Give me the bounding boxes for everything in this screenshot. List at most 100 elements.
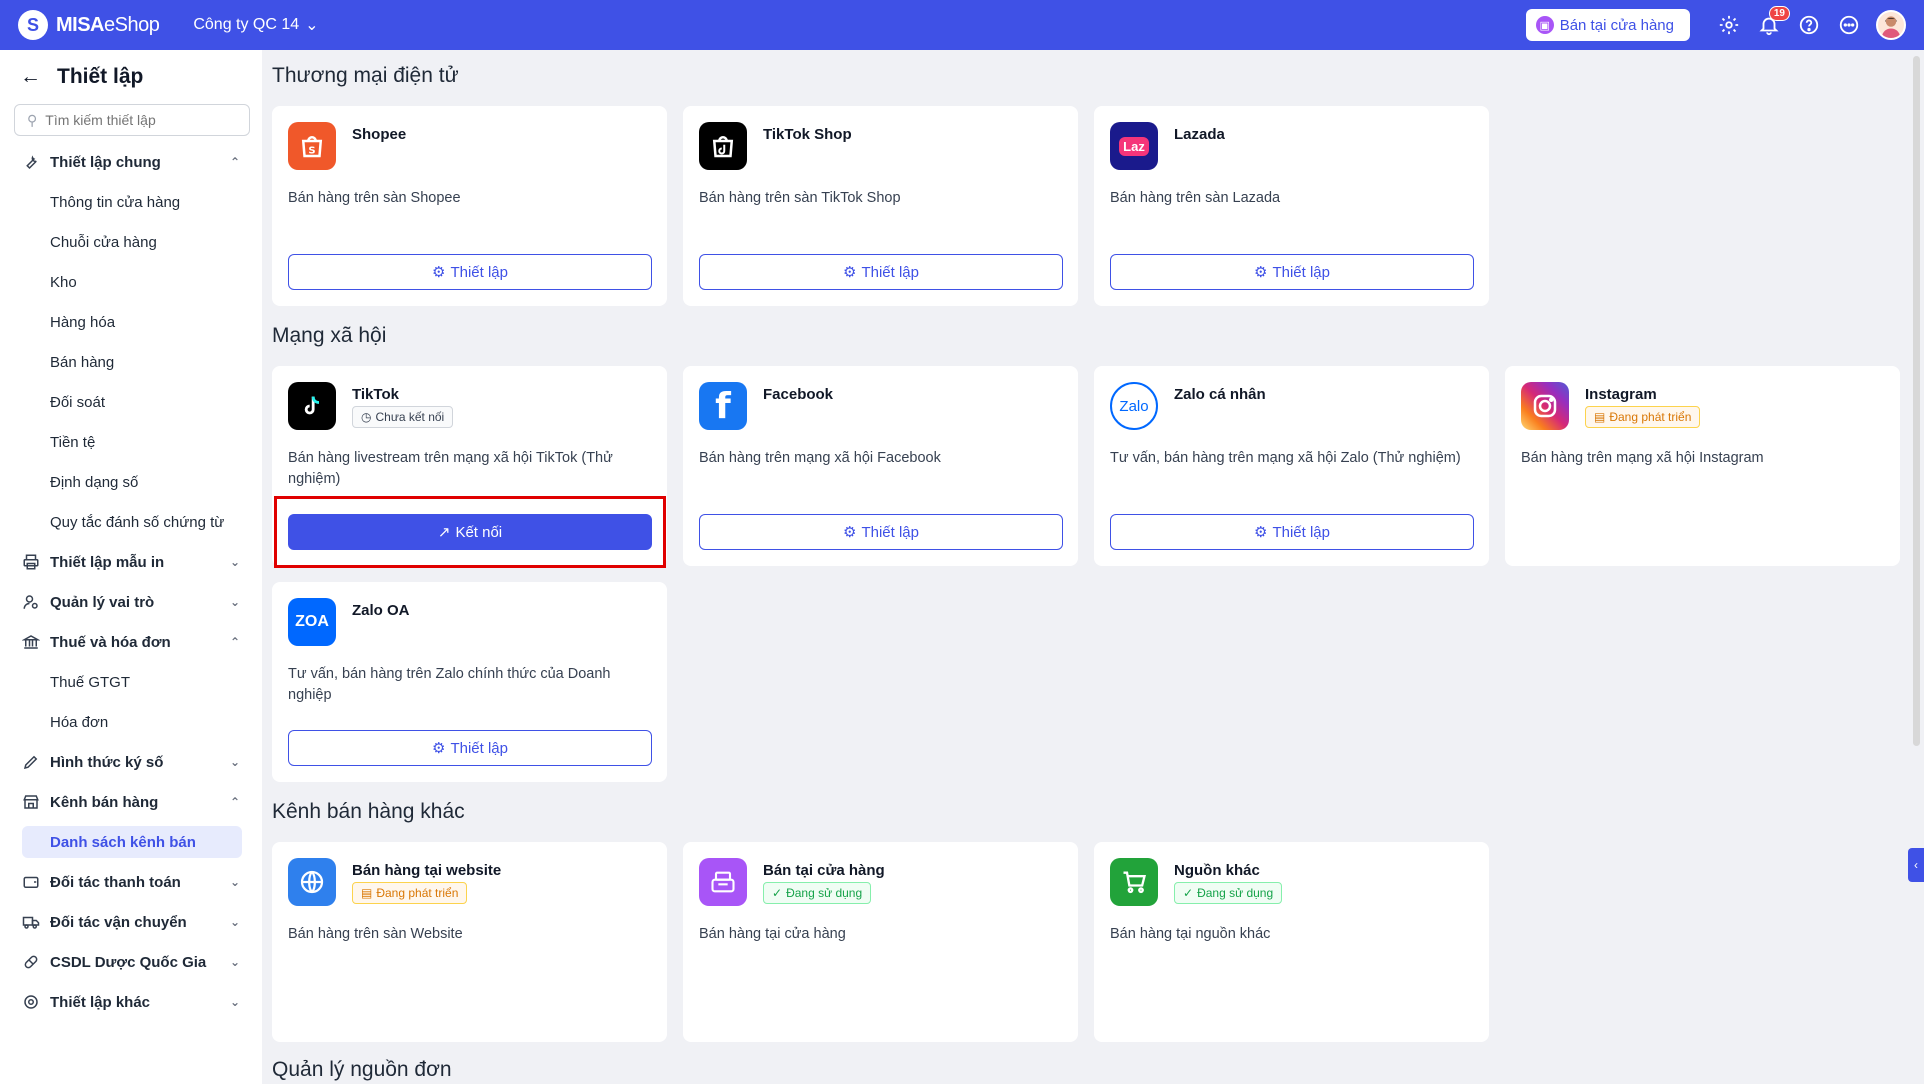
sidebar-item-vat[interactable]: Thuế GTGT xyxy=(0,662,262,702)
sidebar-group-signing[interactable]: Hình thức ký số ⌄ xyxy=(0,742,262,782)
channel-card-lazada: Laz Lazada Bán hàng trên sàn Lazada ⚙ Thi… xyxy=(1094,106,1489,306)
shopee-setup-button[interactable]: ⚙ Thiết lập xyxy=(288,254,652,290)
chevron-down-icon: ⌄ xyxy=(229,875,240,889)
sidebar-group-print-templates[interactable]: Thiết lập mẫu in ⌄ xyxy=(0,542,262,582)
sidebar-group-label: Thiết lập chung xyxy=(50,153,161,171)
help-icon[interactable] xyxy=(1796,12,1822,38)
button-label: Thiết lập xyxy=(450,739,508,757)
store-icon: ▣ xyxy=(1535,16,1554,34)
chat-icon[interactable] xyxy=(1836,12,1862,38)
sidebar-item-sales[interactable]: Bán hàng xyxy=(0,342,262,382)
channel-card-shopee: S Shopee Bán hàng trên sàn Shopee ⚙ Thiết… xyxy=(272,106,667,306)
button-label: Thiết lập xyxy=(1272,263,1330,281)
sidebar-item-reconciliation[interactable]: Đối soát xyxy=(0,382,262,422)
back-arrow-icon[interactable]: ← xyxy=(20,65,41,89)
sidebar-group-pharma-db[interactable]: CSDL Dược Quốc Gia ⌄ xyxy=(0,942,262,982)
channel-name: TikTok xyxy=(352,386,399,403)
sidebar-group-shipping[interactable]: Đối tác vận chuyển ⌄ xyxy=(0,902,262,942)
page-scrollbar[interactable] xyxy=(1913,56,1920,746)
chevron-up-icon: ⌃ xyxy=(229,635,240,649)
channel-name: Shopee xyxy=(352,126,407,143)
settings-search-input[interactable] xyxy=(45,112,236,128)
sidebar-group-tax[interactable]: Thuế và hóa đơn ⌃ xyxy=(0,622,262,662)
shopee-icon: S xyxy=(288,122,336,170)
logo-mark-icon: S xyxy=(18,10,48,40)
zalo-oa-setup-button[interactable]: ⚙ Thiết lập xyxy=(288,730,652,766)
highlight-box xyxy=(274,496,666,568)
chevron-up-icon: ⌃ xyxy=(229,155,240,169)
channel-card-website: Bán hàng tại website ▤ Đang phát triển Bá… xyxy=(272,842,667,1042)
facebook-setup-button[interactable]: ⚙ Thiết lập xyxy=(699,514,1063,550)
sidebar-item-currency[interactable]: Tiền tệ xyxy=(0,422,262,462)
clock-icon: ◷ xyxy=(361,410,372,424)
sidebar-item-channel-list[interactable]: Danh sách kênh bán xyxy=(22,826,242,858)
main-content: Thương mại điện tử S Shopee Bán hàng trê… xyxy=(272,50,1912,1084)
chevron-down-icon: ⌄ xyxy=(229,595,240,609)
settings-search[interactable]: ⚲ xyxy=(14,104,250,136)
button-label: Thiết lập xyxy=(861,523,919,541)
lazada-setup-button[interactable]: ⚙ Thiết lập xyxy=(1110,254,1474,290)
tiktok-shop-setup-button[interactable]: ⚙ Thiết lập xyxy=(699,254,1063,290)
channel-name: Facebook xyxy=(763,386,834,403)
channel-description: Tư vấn, bán hàng trên mạng xã hội Zalo (… xyxy=(1110,450,1461,466)
chevron-down-icon: ⌄ xyxy=(229,555,240,569)
gear-icon: ⚙ xyxy=(1254,264,1268,281)
channel-description: Bán hàng trên sàn Shopee xyxy=(288,190,461,206)
sidebar-item-store-info[interactable]: Thông tin cửa hàng xyxy=(0,182,262,222)
database-icon: ▤ xyxy=(361,886,373,900)
sidebar-group-label: Thiết lập mẫu in xyxy=(50,553,165,571)
gear-icon[interactable] xyxy=(1716,12,1742,38)
sidebar-item-store-chain[interactable]: Chuỗi cửa hàng xyxy=(0,222,262,262)
wallet-icon xyxy=(22,873,40,891)
chevron-down-icon: ⌄ xyxy=(229,755,240,769)
sidebar-group-channels[interactable]: Kênh bán hàng ⌃ xyxy=(0,782,262,822)
collapse-panel-chevron-left-icon[interactable]: ‹ xyxy=(1908,848,1924,882)
badge-label: Đang phát triển xyxy=(376,886,459,900)
channel-description: Bán hàng trên sàn Website xyxy=(288,926,463,942)
sidebar-item-doc-numbering[interactable]: Quy tắc đánh số chứng từ xyxy=(0,502,262,542)
sidebar-item-warehouse[interactable]: Kho xyxy=(0,262,262,302)
globe-icon xyxy=(288,858,336,906)
printer-icon xyxy=(22,553,40,571)
sidebar-group-payment[interactable]: Đối tác thanh toán ⌄ xyxy=(0,862,262,902)
sidebar-group-other[interactable]: Thiết lập khác ⌄ xyxy=(0,982,262,1022)
channel-name: Bán tại cửa hàng xyxy=(763,862,885,879)
sidebar-group-label: Kênh bán hàng xyxy=(50,793,159,811)
channel-description: Bán hàng tại cửa hàng xyxy=(699,926,846,942)
button-label: Thiết lập xyxy=(861,263,919,281)
company-selector[interactable]: Công ty QC 14 ⌄ xyxy=(193,15,318,35)
user-role-icon xyxy=(22,593,40,611)
channel-card-zalo: Zalo Zalo cá nhân Tư vấn, bán hàng trên … xyxy=(1094,366,1489,566)
sidebar-group-general[interactable]: Thiết lập chung ⌃ xyxy=(0,142,262,182)
sidebar-group-label: Đối tác thanh toán xyxy=(50,873,181,891)
tiktok-icon xyxy=(288,382,336,430)
sidebar-group-roles[interactable]: Quản lý vai trò ⌄ xyxy=(0,582,262,622)
check-icon: ✓ xyxy=(772,886,783,900)
sidebar-item-number-format[interactable]: Định dạng số xyxy=(0,462,262,502)
channel-description: Bán hàng trên sàn Lazada xyxy=(1110,190,1281,206)
settings-sidebar: ← Thiết lập ⚲ Thiết lập chung ⌃ Thông ti… xyxy=(0,50,262,1084)
channel-card-tiktok-shop: TikTok Shop Bán hàng trên sàn TikTok Sho… xyxy=(683,106,1078,306)
company-name: Công ty QC 14 xyxy=(193,16,300,33)
status-badge: ▤ Đang phát triển xyxy=(352,882,468,904)
badge-label: Chưa kết nối xyxy=(375,410,445,424)
channel-card-instagram: Instagram ▤ Đang phát triển Bán hàng trên… xyxy=(1505,366,1900,566)
app-logo[interactable]: S MISAeShop xyxy=(18,10,160,40)
shop-icon xyxy=(22,793,40,811)
zalo-setup-button[interactable]: ⚙ Thiết lập xyxy=(1110,514,1474,550)
sell-in-store-button[interactable]: ▣ Bán tại cửa hàng xyxy=(1525,9,1690,41)
sidebar-item-invoice[interactable]: Hóa đơn xyxy=(0,702,262,742)
section-order-sources-title: Quản lý nguồn đơn xyxy=(272,1058,452,1081)
channel-name: Instagram xyxy=(1585,386,1657,403)
bell-icon[interactable]: 19 xyxy=(1756,6,1790,38)
sidebar-item-goods[interactable]: Hàng hóa xyxy=(0,302,262,342)
section-social-title: Mạng xã hội xyxy=(272,324,387,347)
status-badge: ◷ Chưa kết nối xyxy=(352,406,454,428)
truck-icon xyxy=(22,913,40,931)
status-badge: ▤ Đang phát triển xyxy=(1585,406,1701,428)
gear-icon: ⚙ xyxy=(432,264,446,281)
section-ecommerce-title: Thương mại điện tử xyxy=(272,64,459,87)
cart-icon xyxy=(1110,858,1158,906)
avatar[interactable] xyxy=(1876,10,1906,40)
sidebar-group-label: CSDL Dược Quốc Gia xyxy=(50,953,207,971)
